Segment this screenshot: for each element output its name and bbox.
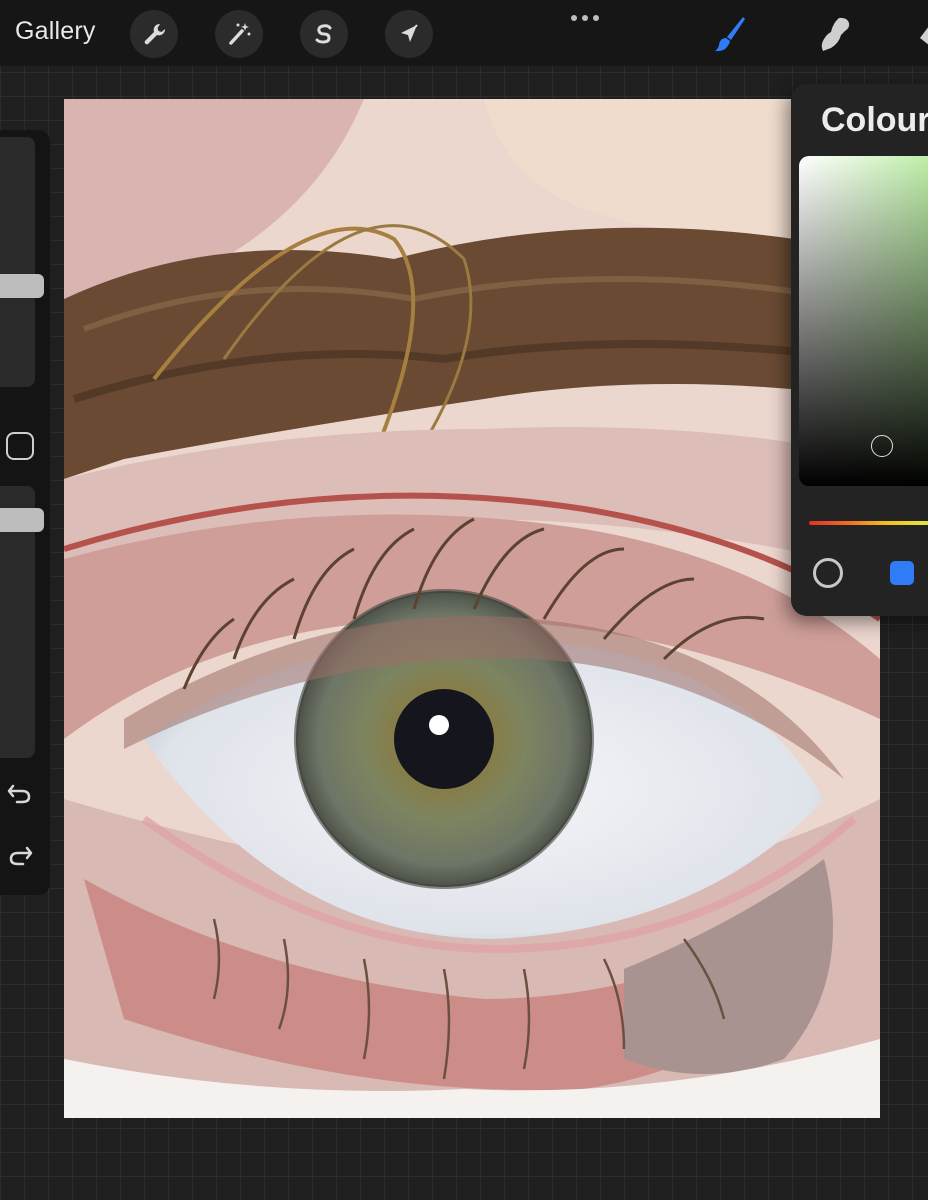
transform-button[interactable]: [385, 10, 433, 58]
selection-button[interactable]: [300, 10, 348, 58]
top-toolbar: Gallery: [0, 0, 928, 66]
colour-panel: Colour: [791, 84, 928, 616]
actions-button[interactable]: [130, 10, 178, 58]
eraser-tool-button[interactable]: [905, 10, 928, 58]
colour-panel-title: Colour: [821, 101, 928, 139]
brush-icon: [715, 17, 745, 52]
smudge-tool-button[interactable]: [811, 10, 859, 58]
undo-button[interactable]: [4, 778, 36, 810]
eraser-icon: [920, 27, 928, 45]
secondary-colour-ring[interactable]: [813, 558, 843, 588]
drawing-canvas[interactable]: [64, 99, 880, 1118]
redo-icon: [9, 846, 33, 866]
colour-picker-handle[interactable]: [871, 435, 893, 457]
eye-painting: [64, 99, 880, 1118]
dot: [571, 15, 577, 21]
adjustments-button[interactable]: [215, 10, 263, 58]
opacity-slider[interactable]: [0, 486, 44, 758]
selection-s-icon: [315, 24, 332, 44]
colour-picker-field[interactable]: [799, 156, 928, 486]
more-options-dots[interactable]: [567, 10, 603, 26]
procreate-app: Gallery Colour: [0, 0, 928, 1200]
brush-size-slider[interactable]: [0, 137, 44, 387]
dot: [582, 15, 588, 21]
dot: [593, 15, 599, 21]
undo-icon: [7, 784, 31, 804]
brush-size-thumb[interactable]: [0, 274, 44, 298]
brush-tool-button[interactable]: [706, 10, 754, 58]
modify-button[interactable]: [6, 432, 34, 460]
gallery-button[interactable]: Gallery: [15, 17, 96, 46]
smudge-icon: [821, 17, 850, 51]
wrench-icon: [144, 23, 166, 45]
left-sidebar: [0, 130, 50, 895]
hue-slider[interactable]: [809, 521, 928, 525]
redo-button[interactable]: [4, 840, 36, 872]
magic-wand-icon: [229, 23, 251, 45]
opacity-thumb[interactable]: [0, 508, 44, 532]
current-colour-swatch[interactable]: [890, 561, 914, 585]
arrow-cursor-icon: [401, 24, 418, 42]
